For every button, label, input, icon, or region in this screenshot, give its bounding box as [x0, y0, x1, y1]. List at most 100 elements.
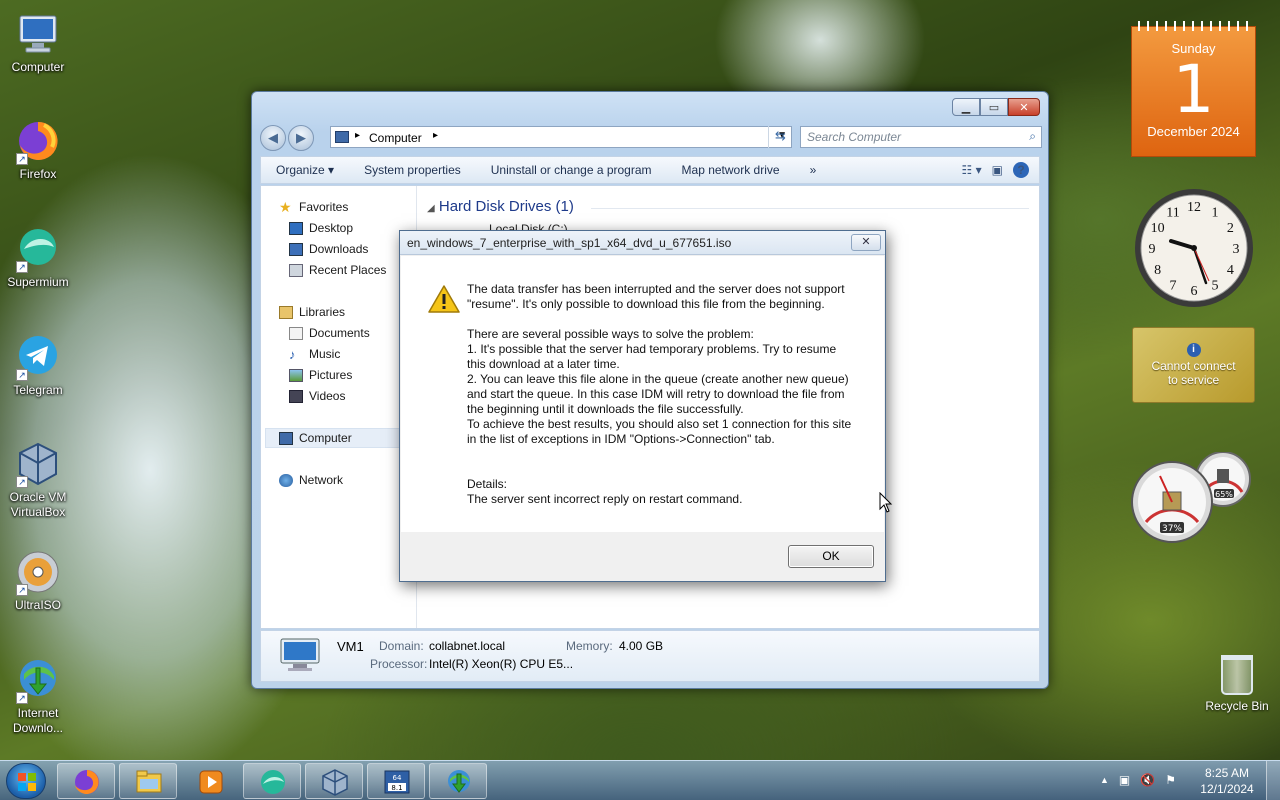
uninstall-program-button[interactable]: Uninstall or change a program [476, 163, 667, 177]
nav-network[interactable]: Network [279, 473, 343, 487]
desktop-icon-supermium[interactable]: ↗ Supermium [0, 225, 76, 290]
clock-numeral: 1 [1212, 206, 1219, 221]
message-line: this download at a later time. [467, 357, 620, 371]
start-button[interactable] [6, 763, 46, 799]
taskbar-clock[interactable]: 8:25 AM 12/1/2024 [1195, 765, 1259, 797]
nav-downloads[interactable]: Downloads [289, 242, 368, 256]
nav-videos[interactable]: Videos [289, 389, 345, 403]
details-pane: VM1 Domain: collabnet.local Memory: 4.00… [260, 630, 1040, 682]
nav-documents[interactable]: Documents [289, 326, 370, 340]
computer-icon [279, 637, 321, 673]
taskbar-virtualbox[interactable] [305, 763, 363, 799]
forward-button[interactable]: ▶ [288, 125, 314, 151]
taskbar-supermium[interactable] [243, 763, 301, 799]
nav-favorites[interactable]: ★ Favorites [279, 200, 348, 215]
clock-numeral: 4 [1227, 263, 1234, 278]
maximize-button[interactable]: ▭ [980, 98, 1008, 116]
calendar-gadget[interactable]: Sunday 1 December 2024 [1131, 21, 1256, 157]
clock-numeral: 10 [1151, 221, 1165, 236]
pictures-icon [289, 368, 303, 382]
minimize-button[interactable]: ▁ [952, 98, 980, 116]
clock-gadget[interactable]: 12 1 2 3 4 5 6 7 8 9 10 11 [1133, 187, 1255, 309]
map-network-drive-button[interactable]: Map network drive [667, 163, 795, 177]
cpu-meter-gadget[interactable]: 65% 37% [1130, 451, 1255, 544]
clock-numeral: 7 [1170, 278, 1177, 293]
clock-numeral: 2 [1227, 221, 1234, 236]
domain-label: Domain: [379, 639, 424, 653]
taskbar-firefox[interactable] [57, 763, 115, 799]
nav-music[interactable]: ♪ Music [289, 347, 340, 361]
libraries-icon [279, 305, 293, 319]
desktop-icon [289, 221, 303, 235]
calendar-rings [1138, 21, 1249, 31]
more-commands-button[interactable]: » [795, 163, 832, 177]
network-tray-icon[interactable]: ▣ [1119, 773, 1130, 787]
navigation-pane: ★ Favorites Desktop Downloads Recent Plac… [261, 186, 417, 628]
firefox-icon [75, 770, 99, 794]
show-hidden-icons-button[interactable]: ▲ [1100, 773, 1109, 787]
show-desktop-button[interactable] [1266, 761, 1280, 800]
desktop-icon-recycle-bin[interactable]: Recycle Bin [1203, 655, 1271, 713]
hard-disk-drives-header[interactable]: ◢ Hard Disk Drives (1) [427, 198, 574, 215]
ok-button[interactable]: OK [788, 545, 874, 568]
warning-icon [428, 284, 460, 314]
preview-pane-icon[interactable]: ▣ [992, 163, 1003, 177]
breadcrumb-arrow-icon[interactable]: ▸ [433, 130, 438, 141]
help-icon[interactable]: ? [1013, 162, 1029, 178]
desktop-icon-label: Recycle Bin [1205, 699, 1269, 713]
desktop-icon-label: Telegram [13, 383, 63, 397]
desktop-icon-ultraiso[interactable]: ↗ UltraISO [0, 548, 76, 613]
dialog-close-button[interactable]: ✕ [851, 234, 881, 251]
telegram-icon: ↗ [14, 333, 62, 381]
network-icon [279, 473, 293, 487]
taskbar-media-player[interactable] [181, 763, 239, 799]
nav-pictures[interactable]: Pictures [289, 368, 352, 382]
breadcrumb-arrow-icon[interactable]: ▸ [355, 130, 360, 141]
view-options-icon[interactable]: ☷ ▾ [962, 163, 982, 177]
action-center-flag-icon[interactable]: ⚑ [1165, 773, 1176, 787]
desktop-icon-virtualbox[interactable]: ↗ Oracle VM VirtualBox [0, 440, 76, 520]
error-dialog[interactable]: en_windows_7_enterprise_with_sp1_x64_dvd… [399, 230, 886, 582]
mouse-cursor-icon [879, 491, 893, 517]
close-button[interactable]: ✕ [1008, 98, 1040, 116]
desktop-icon-computer[interactable]: Computer [0, 10, 76, 75]
supermium-icon [261, 770, 285, 794]
weather-gadget[interactable]: i Cannot connect to service [1132, 327, 1255, 403]
desktop-icon-telegram[interactable]: ↗ Telegram [0, 333, 76, 398]
desktop-icon-label: Firefox [19, 167, 57, 181]
organize-menu[interactable]: Organize ▾ [261, 163, 349, 177]
message-line: the beginning until it downloads the fil… [467, 402, 744, 416]
nav-computer[interactable]: Computer [279, 431, 352, 445]
search-icon[interactable]: ⌕ [1029, 129, 1036, 144]
address-bar[interactable]: ▸ Computer ▸ ▼ [330, 126, 792, 148]
search-placeholder: Search Computer [807, 130, 902, 144]
processor-label: Processor: [370, 657, 428, 671]
firefox-icon: ↗ [14, 117, 62, 165]
nav-desktop[interactable]: Desktop [289, 221, 353, 235]
taskbar-explorer[interactable] [119, 763, 177, 799]
section-divider [591, 208, 1029, 209]
media-player-icon [199, 770, 223, 794]
volume-muted-icon[interactable]: 🔇 [1140, 773, 1155, 787]
desktop-icon-firefox[interactable]: ↗ Firefox [0, 117, 76, 182]
taskbar-idm[interactable] [429, 763, 487, 799]
taskbar-ultraiso[interactable]: 64 8.1 [367, 763, 425, 799]
downloads-icon [289, 242, 303, 256]
nav-recent-places[interactable]: Recent Places [289, 263, 386, 277]
breadcrumb-computer[interactable]: Computer [369, 131, 422, 145]
recent-places-icon [289, 263, 303, 277]
domain-value: collabnet.local [429, 639, 506, 653]
desktop-icon-label: Computer [11, 60, 65, 74]
system-properties-button[interactable]: System properties [349, 163, 476, 177]
taskbar-time: 8:25 AM [1204, 766, 1250, 780]
desktop-icon-idm[interactable]: ↗ Internet Downlo... [0, 656, 76, 736]
message-line: and start the queue. In this case IDM wi… [467, 387, 845, 401]
windows-logo-icon [18, 773, 36, 791]
message-line: 1. It's possible that the server had tem… [467, 342, 837, 356]
back-button[interactable]: ◀ [260, 125, 286, 151]
message-line: To achieve the best results, you should … [467, 417, 852, 431]
nav-libraries[interactable]: Libraries [279, 305, 345, 319]
search-input[interactable]: Search Computer ⌕ [800, 126, 1042, 148]
refresh-button[interactable]: ⇆ [768, 126, 792, 148]
desktop-icon-label: Internet Downlo... [12, 706, 64, 735]
